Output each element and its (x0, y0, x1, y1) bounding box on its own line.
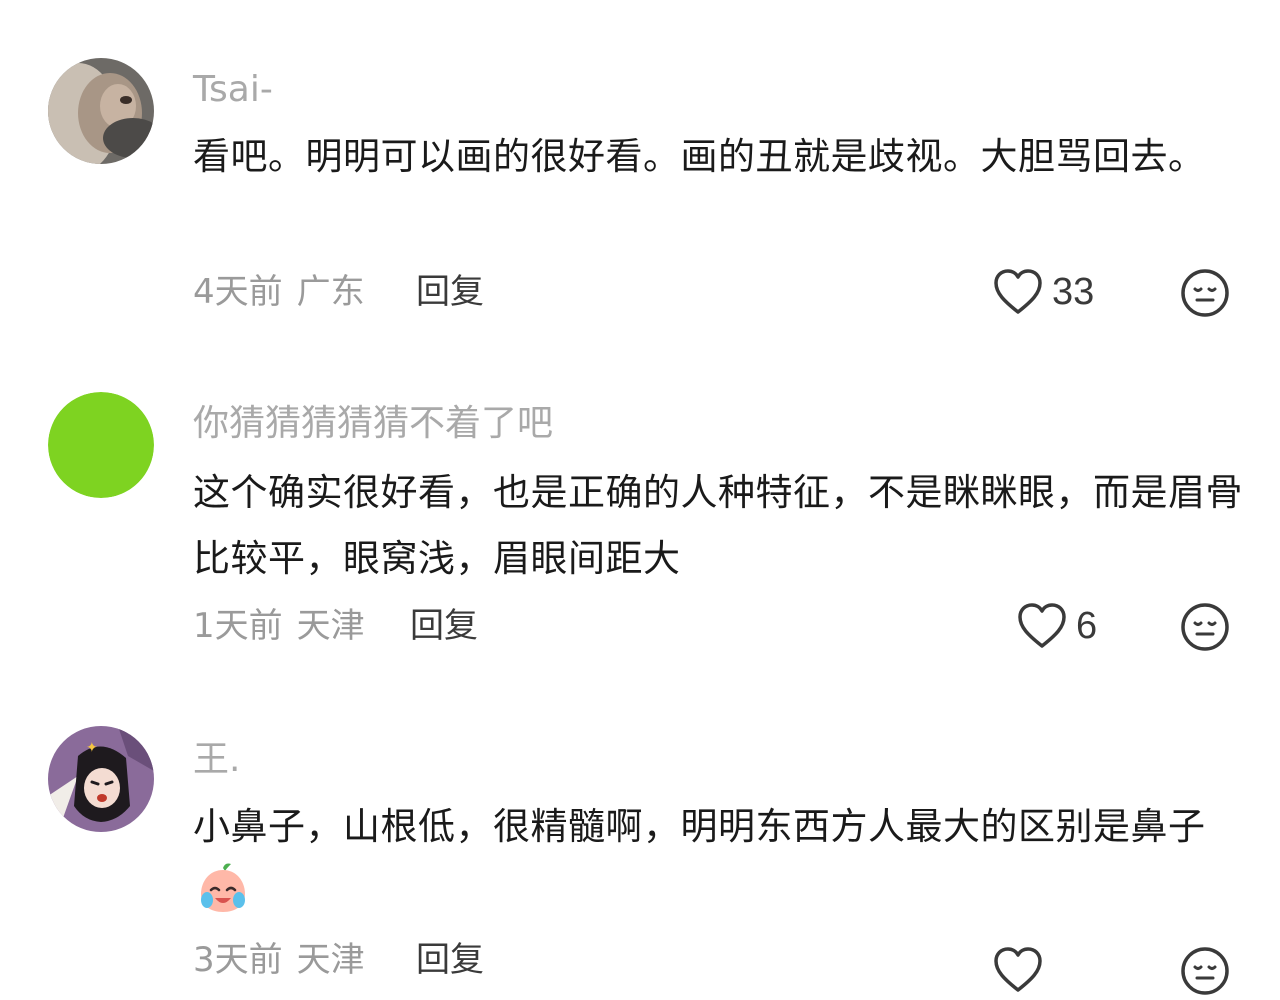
comment-location: 天津 (296, 940, 365, 980)
comment-text: 小鼻子，山根低，很精髓啊，明明东西方人最大的区别是鼻子 (193, 794, 1243, 937)
heart-icon (1018, 603, 1066, 648)
comment-meta: 1天前 天津 (193, 606, 365, 646)
user-avatar[interactable]: ✦ (48, 726, 154, 832)
heart-icon (994, 947, 1042, 992)
comment-time: 3天前 (193, 940, 283, 980)
neutral-face-icon (1181, 947, 1229, 995)
comment-location: 广东 (296, 272, 365, 312)
comment-author[interactable]: 王. (193, 740, 240, 780)
comment-time: 1天前 (193, 606, 283, 646)
comment-author[interactable]: Tsai- (193, 70, 273, 110)
dislike-button[interactable] (1180, 946, 1230, 1000)
comment-text: 看吧。明明可以画的很好看。画的丑就是歧视。大胆骂回去。 (193, 135, 1206, 178)
comment-item: ✦ 王. 小鼻子，山根低，很精髓啊，明明东西方人最大的区别是鼻子 3天前 天津 回… (0, 680, 1280, 999)
reply-button[interactable]: 回复 (416, 272, 484, 312)
comment-item: Tsai- 看吧。明明可以画的很好看。画的丑就是歧视。大胆骂回去。 4天前 广东 … (0, 0, 1280, 340)
comment-author[interactable]: 你猜猜猜猜猜不着了吧 (193, 404, 553, 444)
neutral-face-icon (1181, 603, 1229, 651)
like-count: 6 (1076, 604, 1098, 647)
crying-laughing-peach-emoji-icon (195, 860, 251, 937)
comment-text: 这个确实很好看，也是正确的人种特征，不是眯眯眼，而是眉骨比较平，眼窝浅，眉眼间距… (193, 471, 1243, 580)
neutral-face-icon (1181, 269, 1229, 317)
comment-meta: 4天前 广东 (193, 272, 365, 312)
dislike-button[interactable] (1180, 602, 1230, 656)
bunny-photo-avatar-icon (48, 58, 154, 164)
user-avatar[interactable] (48, 392, 154, 498)
like-button[interactable]: 6 (1016, 602, 1097, 650)
comment-item: 你猜猜猜猜猜不着了吧 这个确实很好看，也是正确的人种特征，不是眯眯眼，而是眉骨比… (0, 340, 1280, 680)
dislike-button[interactable] (1180, 268, 1230, 322)
anime-character-avatar-icon: ✦ (48, 726, 154, 832)
heart-icon (994, 269, 1042, 314)
green-circle-avatar-icon (48, 392, 154, 498)
like-count: 33 (1052, 270, 1095, 313)
comment-location: 天津 (296, 606, 365, 646)
comment-time: 4天前 (193, 272, 283, 312)
like-button[interactable]: 33 (992, 268, 1094, 316)
user-avatar[interactable] (48, 58, 154, 164)
like-button[interactable] (992, 946, 1044, 994)
comment-text-content: 小鼻子，山根低，很精髓啊，明明东西方人最大的区别是鼻子 (193, 805, 1206, 848)
svg-text:✦: ✦ (86, 740, 98, 756)
reply-button[interactable]: 回复 (410, 606, 478, 646)
reply-button[interactable]: 回复 (416, 940, 484, 980)
comment-meta: 3天前 天津 (193, 940, 365, 980)
